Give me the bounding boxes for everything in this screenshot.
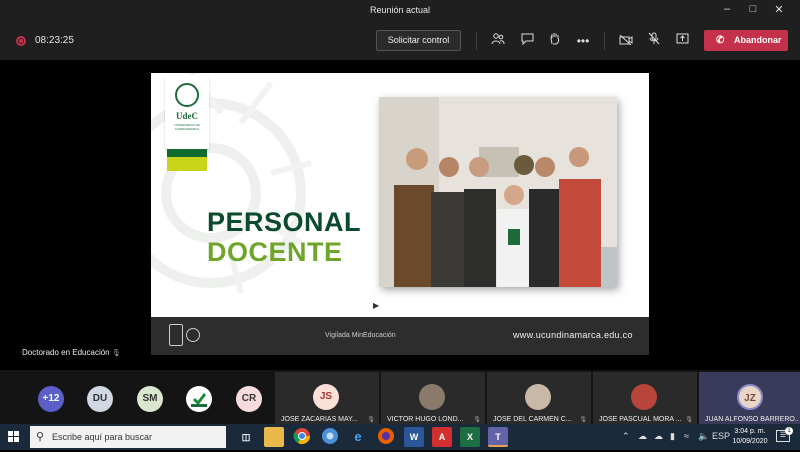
cloud-icon[interactable]: ☁ [654, 431, 663, 442]
logo-yellow-band [167, 157, 207, 171]
recording-icon [16, 36, 26, 46]
participant-tile[interactable]: JOSE DEL CARMEN C... 🎙 [487, 372, 591, 424]
slide-heading-line1: PERSONAL [207, 207, 362, 237]
group-photo-image [379, 97, 617, 287]
meeting-toolbar: 08:23:25 Solicitar control ••• ✆ Abandon… [0, 22, 800, 60]
logo-green-band [167, 149, 207, 157]
participant-avatar-logo[interactable] [186, 386, 212, 412]
file-explorer-icon[interactable] [264, 427, 284, 447]
more-options-icon[interactable]: ••• [573, 31, 593, 51]
participant-photo [525, 384, 551, 410]
toolbar-divider [476, 32, 477, 50]
chat-icon[interactable] [517, 31, 537, 51]
mic-icon: 🎙 [367, 417, 375, 423]
mic-icon: 🎙 [473, 417, 481, 423]
participant-tile[interactable]: JS JOSE ZACARIAS MAY... 🎙 [275, 372, 379, 424]
onedrive-icon[interactable]: ☁ [638, 431, 647, 442]
maximize-icon[interactable]: □ [742, 3, 764, 15]
participant-tile[interactable]: JOSÉ PASCUAL MORA ... 🎙 [593, 372, 697, 424]
title-bar: Reunión actual – □ ✕ [0, 0, 800, 22]
taskbar-search-box[interactable]: ⚲ Escribe aquí para buscar [30, 426, 226, 448]
firefox-icon[interactable] [376, 427, 396, 447]
presenter-caption: Doctorado en Educación 🎙 [22, 348, 121, 357]
windows-start-icon[interactable] [8, 431, 20, 443]
participant-name: JUAN ALFONSO BARRERO... [705, 416, 799, 423]
taskbar-clock[interactable]: 3:04 p. m. 10/09/2020 [730, 427, 770, 447]
share-screen-icon[interactable] [672, 31, 692, 51]
group-photo [379, 97, 617, 287]
participant-name: JOSE ZACARIAS MAY... [281, 416, 358, 423]
participant-photo [631, 384, 657, 410]
excel-icon[interactable]: X [460, 427, 480, 447]
language-indicator[interactable]: ESP [712, 431, 730, 441]
more-participants-button[interactable]: +12 [38, 386, 64, 412]
logo-subtext: UNIVERSIDAD DE CUNDINAMARCA [174, 123, 200, 131]
task-view-icon[interactable]: ◫ [236, 427, 256, 447]
raise-hand-icon[interactable] [545, 31, 565, 51]
participant-avatar[interactable]: DU [87, 386, 113, 412]
participant-avatar: JS [313, 384, 339, 410]
participant-photo [419, 384, 445, 410]
footer-url: www.ucundinamarca.edu.co [513, 330, 633, 340]
university-seal-icon [175, 83, 199, 107]
shared-screen-stage: UdeC UNIVERSIDAD DE CUNDINAMARCA PERSONA… [0, 60, 800, 370]
participant-name: JOSE DEL CARMEN C... [493, 416, 572, 423]
logo-text: UdeC [176, 111, 198, 121]
windows-taskbar: ⚲ Escribe aquí para buscar ◫ e W A X T ⌃… [0, 424, 800, 450]
edge-icon[interactable]: e [348, 427, 368, 447]
mic-icon: 🎙 [111, 350, 121, 357]
slide-heading-line2: DOCENTE [207, 237, 343, 267]
university-logo: UdeC UNIVERSIDAD DE CUNDINAMARCA [165, 75, 209, 149]
mic-off-icon[interactable] [644, 31, 664, 51]
word-icon[interactable]: W [404, 427, 424, 447]
people-icon[interactable] [488, 31, 508, 51]
participant-name: JOSÉ PASCUAL MORA ... [599, 416, 682, 423]
phone-hangup-icon: ✆ [716, 35, 725, 46]
camera-off-icon[interactable] [616, 31, 636, 51]
footer-seal-icon [186, 328, 200, 342]
footer-vigilada: Vigilada MinEducación [325, 332, 396, 339]
participant-avatar: JZ [737, 384, 763, 410]
participant-avatar[interactable]: CR [236, 386, 262, 412]
presentation-slide: UdeC UNIVERSIDAD DE CUNDINAMARCA PERSONA… [151, 73, 649, 355]
toolbar-divider [604, 32, 605, 50]
participant-tile-active[interactable]: JZ JUAN ALFONSO BARRERO... [699, 372, 800, 424]
show-hidden-icons-icon[interactable]: ⌃ [622, 431, 630, 442]
footer-logo-icon [169, 324, 183, 346]
mic-icon: 🎙 [579, 417, 587, 423]
window-title: Reunión actual [369, 5, 431, 15]
teams-icon[interactable]: T [488, 427, 508, 447]
participant-avatar[interactable]: SM [137, 386, 163, 412]
clock-date: 10/09/2020 [732, 438, 768, 445]
chrome-icon[interactable] [292, 427, 312, 447]
wifi-icon[interactable]: ≈ [684, 431, 689, 441]
search-placeholder: Escribe aquí para buscar [52, 432, 153, 442]
mouse-cursor-icon: ▶ [373, 301, 380, 310]
request-control-button[interactable]: Solicitar control [376, 30, 461, 51]
leave-button[interactable]: ✆ Abandonar [704, 30, 788, 51]
acrobat-icon[interactable]: A [432, 427, 452, 447]
participant-tile[interactable]: VÍCTOR HUGO LOND... 🎙 [381, 372, 485, 424]
close-icon[interactable]: ✕ [768, 3, 790, 16]
minimize-icon[interactable]: – [716, 3, 738, 15]
search-icon: ⚲ [36, 431, 45, 443]
clock-time: 3:04 p. m. [734, 428, 766, 435]
participant-name: VÍCTOR HUGO LOND... [387, 416, 464, 423]
meeting-timer: 08:23:25 [35, 35, 74, 46]
slide-footer: Vigilada MinEducación www.ucundinamarca.… [151, 317, 649, 355]
chromium-icon[interactable] [320, 427, 340, 447]
battery-icon[interactable]: ▮ [670, 431, 675, 442]
leave-button-label: Abandonar [734, 35, 782, 45]
presenter-name: Doctorado en Educación [22, 348, 110, 357]
mic-icon: 🎙 [685, 417, 693, 423]
participant-strip: +12 DU SM CR JS JOSE ZACARIAS MAY... 🎙 V… [0, 370, 800, 424]
volume-icon[interactable]: 🔈 [698, 431, 709, 442]
notification-badge: 1 [785, 427, 793, 435]
